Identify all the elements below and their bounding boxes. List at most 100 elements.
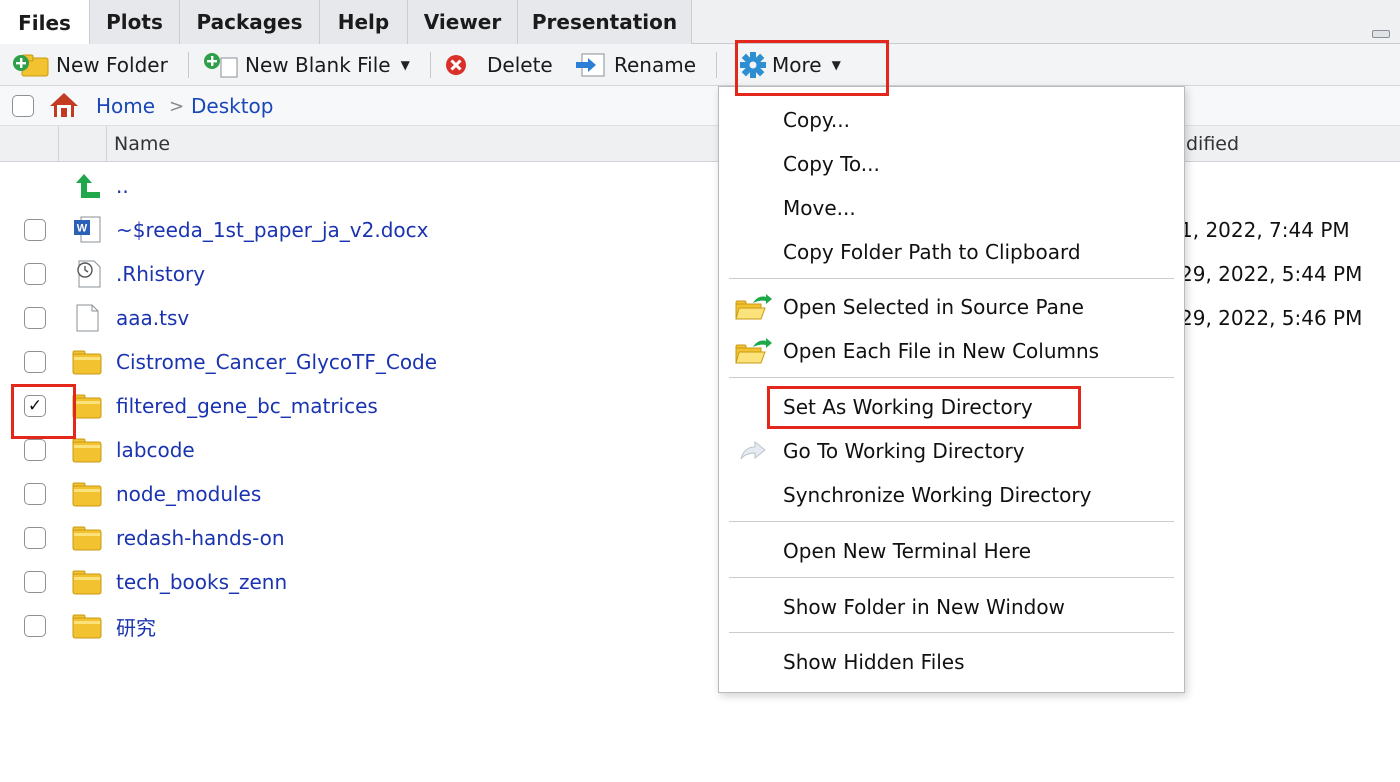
- tab-help[interactable]: Help: [320, 0, 408, 44]
- chevron-down-icon: ▼: [831, 58, 841, 72]
- menu-item-open-each-new-columns[interactable]: Open Each File in New Columns: [719, 329, 1184, 373]
- column-header-modified[interactable]: dified: [1186, 126, 1239, 162]
- up-arrow-icon: [76, 174, 100, 198]
- row-checkbox-checked[interactable]: ✓: [24, 395, 46, 417]
- menu-item-open-new-terminal[interactable]: Open New Terminal Here: [719, 529, 1184, 573]
- add-file-icon: [204, 53, 238, 78]
- menu-item-show-hidden-files[interactable]: Show Hidden Files: [719, 640, 1184, 684]
- folder-icon: [72, 614, 102, 639]
- delete-icon: [446, 55, 466, 75]
- row-checkbox[interactable]: [24, 307, 46, 329]
- menu-item-go-to-working-directory[interactable]: Go To Working Directory: [719, 429, 1184, 473]
- file-name-link[interactable]: ..: [116, 164, 129, 208]
- list-item[interactable]: redash-hands-on: [0, 516, 1400, 560]
- list-item-parent-dir[interactable]: ..: [0, 164, 1400, 208]
- menu-divider: [729, 278, 1174, 279]
- breadcrumb-separator: >: [169, 95, 185, 117]
- toolbar-divider: [430, 52, 431, 78]
- row-checkbox[interactable]: [24, 571, 46, 593]
- tab-viewer[interactable]: Viewer: [408, 0, 518, 44]
- menu-divider: [729, 521, 1174, 522]
- file-name-link[interactable]: aaa.tsv: [116, 296, 189, 340]
- home-icon[interactable]: [48, 91, 80, 119]
- breadcrumb-home-link[interactable]: Home: [96, 86, 155, 126]
- tab-presentation[interactable]: Presentation: [518, 0, 692, 44]
- file-name-link[interactable]: Cistrome_Cancer_GlycoTF_Code: [116, 340, 437, 384]
- list-item[interactable]: ✓ filtered_gene_bc_matrices: [0, 384, 1400, 428]
- file-modified: 29, 2022, 5:44 PM: [1180, 262, 1363, 286]
- menu-item-show-folder-new-window[interactable]: Show Folder in New Window: [719, 585, 1184, 629]
- list-item[interactable]: .Rhistory 29, 2022, 5:44 PM: [0, 252, 1400, 296]
- more-dropdown-menu: Copy... Copy To... Move... Copy Folder P…: [718, 86, 1185, 693]
- menu-divider: [729, 632, 1174, 633]
- delete-button[interactable]: Delete: [444, 44, 553, 86]
- word-doc-icon: W: [74, 216, 101, 243]
- history-file-icon: [77, 260, 101, 288]
- tab-plots[interactable]: Plots: [90, 0, 180, 44]
- list-item[interactable]: aaa.tsv 29, 2022, 5:46 PM: [0, 296, 1400, 340]
- open-folder-arrow-icon: [735, 338, 772, 364]
- gear-icon: [740, 52, 766, 78]
- new-folder-button[interactable]: New Folder: [12, 44, 168, 86]
- row-checkbox[interactable]: [24, 527, 46, 549]
- menu-item-set-working-directory[interactable]: Set As Working Directory: [719, 385, 1184, 429]
- more-menu-button[interactable]: More ▼: [738, 44, 841, 86]
- breadcrumb: Home > Desktop: [0, 86, 1400, 126]
- list-item[interactable]: W ~$reeda_1st_paper_ja_v2.docx 1, 2022, …: [0, 208, 1400, 252]
- file-name-link[interactable]: filtered_gene_bc_matrices: [116, 384, 378, 428]
- column-divider: [106, 126, 107, 162]
- tab-packages[interactable]: Packages: [180, 0, 320, 44]
- minimize-pane-button[interactable]: [1372, 30, 1390, 38]
- menu-item-synchronize-working-directory[interactable]: Synchronize Working Directory: [719, 473, 1184, 517]
- file-name-link[interactable]: ~$reeda_1st_paper_ja_v2.docx: [116, 208, 428, 252]
- row-checkbox[interactable]: [24, 483, 46, 505]
- rename-button[interactable]: Rename: [574, 44, 696, 86]
- svg-text:W: W: [77, 223, 88, 235]
- list-item[interactable]: 研究: [0, 604, 1400, 648]
- list-item[interactable]: node_modules: [0, 472, 1400, 516]
- folder-icon: [72, 570, 102, 595]
- menu-item-move[interactable]: Move...: [719, 186, 1184, 230]
- folder-icon: [72, 526, 102, 551]
- new-folder-icon: [13, 54, 49, 77]
- new-blank-file-button[interactable]: New Blank File ▼: [203, 44, 410, 86]
- column-header-name[interactable]: Name: [114, 126, 170, 162]
- breadcrumb-desktop-link[interactable]: Desktop: [191, 86, 273, 126]
- file-name-link[interactable]: labcode: [116, 428, 195, 472]
- column-divider: [58, 126, 59, 162]
- select-all-checkbox[interactable]: [12, 95, 34, 117]
- folder-icon: [72, 438, 102, 463]
- file-name-link[interactable]: .Rhistory: [116, 252, 205, 296]
- file-name-link[interactable]: redash-hands-on: [116, 516, 285, 560]
- menu-item-copy[interactable]: Copy...: [719, 98, 1184, 142]
- row-checkbox[interactable]: [24, 615, 46, 637]
- row-checkbox[interactable]: [24, 439, 46, 461]
- menu-item-copy-folder-path[interactable]: Copy Folder Path to Clipboard: [719, 230, 1184, 274]
- chevron-down-icon: ▼: [400, 58, 410, 72]
- menu-item-copy-to[interactable]: Copy To...: [719, 142, 1184, 186]
- toolbar-divider: [188, 52, 189, 78]
- file-list-header: Name dified: [0, 126, 1400, 162]
- menu-item-open-selected-source-pane[interactable]: Open Selected in Source Pane: [719, 285, 1184, 329]
- row-checkbox[interactable]: [24, 263, 46, 285]
- list-item[interactable]: tech_books_zenn: [0, 560, 1400, 604]
- file-name-link[interactable]: tech_books_zenn: [116, 560, 287, 604]
- file-modified: 29, 2022, 5:46 PM: [1180, 306, 1363, 330]
- pane-tab-bar: Files Plots Packages Help Viewer Present…: [0, 0, 1400, 45]
- row-checkbox[interactable]: [24, 351, 46, 373]
- folder-icon: [72, 482, 102, 507]
- folder-icon: [72, 394, 102, 419]
- forward-arrow-icon: [740, 440, 766, 460]
- row-checkbox[interactable]: [24, 219, 46, 241]
- tab-files[interactable]: Files: [0, 0, 90, 45]
- files-toolbar: New Folder New Blank File ▼ Delete Renam…: [0, 44, 1400, 86]
- list-item[interactable]: labcode: [0, 428, 1400, 472]
- folder-icon: [72, 350, 102, 375]
- blank-file-icon: [76, 304, 99, 332]
- menu-divider: [729, 377, 1174, 378]
- list-item[interactable]: Cistrome_Cancer_GlycoTF_Code: [0, 340, 1400, 384]
- file-modified: 1, 2022, 7:44 PM: [1180, 218, 1350, 242]
- file-name-link[interactable]: 研究: [116, 604, 156, 648]
- file-name-link[interactable]: node_modules: [116, 472, 261, 516]
- rename-icon: [576, 53, 605, 77]
